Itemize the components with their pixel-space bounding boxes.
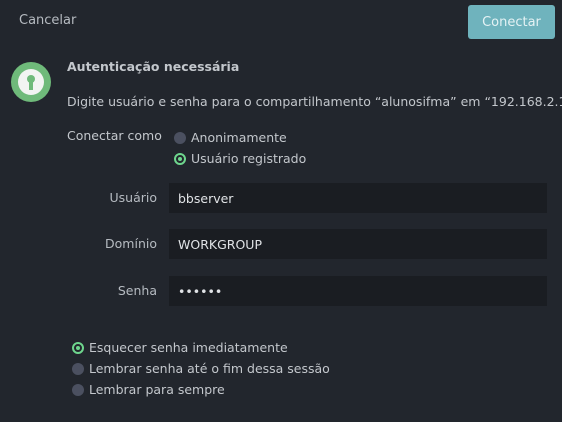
radio-checked-icon [174,152,186,165]
radio-unchecked-icon [174,131,186,144]
password-field[interactable]: •••••• [169,276,547,306]
connect-as-label: Conectar como [67,128,162,143]
radio-unchecked-icon [72,362,84,375]
radio-label: Lembrar senha até o fim dessa sessão [89,361,330,376]
radio-anonymous[interactable]: Anonimamente [174,130,287,145]
cancel-button[interactable]: Cancelar [19,13,76,28]
domain-label: Domínio [105,236,157,251]
radio-forget-immediately[interactable]: Esquecer senha imediatamente [72,340,288,355]
dialog-heading: Autenticação necessária [67,59,240,74]
radio-label: Lembrar para sempre [89,382,225,397]
radio-remember-session[interactable]: Lembrar senha até o fim dessa sessão [72,361,330,376]
radio-unchecked-icon [72,383,84,396]
radio-checked-icon [72,341,84,354]
password-label: Senha [117,283,157,298]
dialog-description: Digite usuário e senha para o compartilh… [67,94,562,109]
username-label: Usuário [109,190,157,205]
lock-icon [11,62,51,102]
radio-label: Usuário registrado [191,151,307,166]
radio-label: Esquecer senha imediatamente [89,340,288,355]
radio-registered-user[interactable]: Usuário registrado [174,151,306,166]
connect-button[interactable]: Conectar [468,5,555,39]
username-field[interactable]: bbserver [169,183,547,213]
radio-label: Anonimamente [191,130,287,145]
radio-remember-forever[interactable]: Lembrar para sempre [72,382,225,397]
domain-field[interactable]: WORKGROUP [169,229,547,259]
